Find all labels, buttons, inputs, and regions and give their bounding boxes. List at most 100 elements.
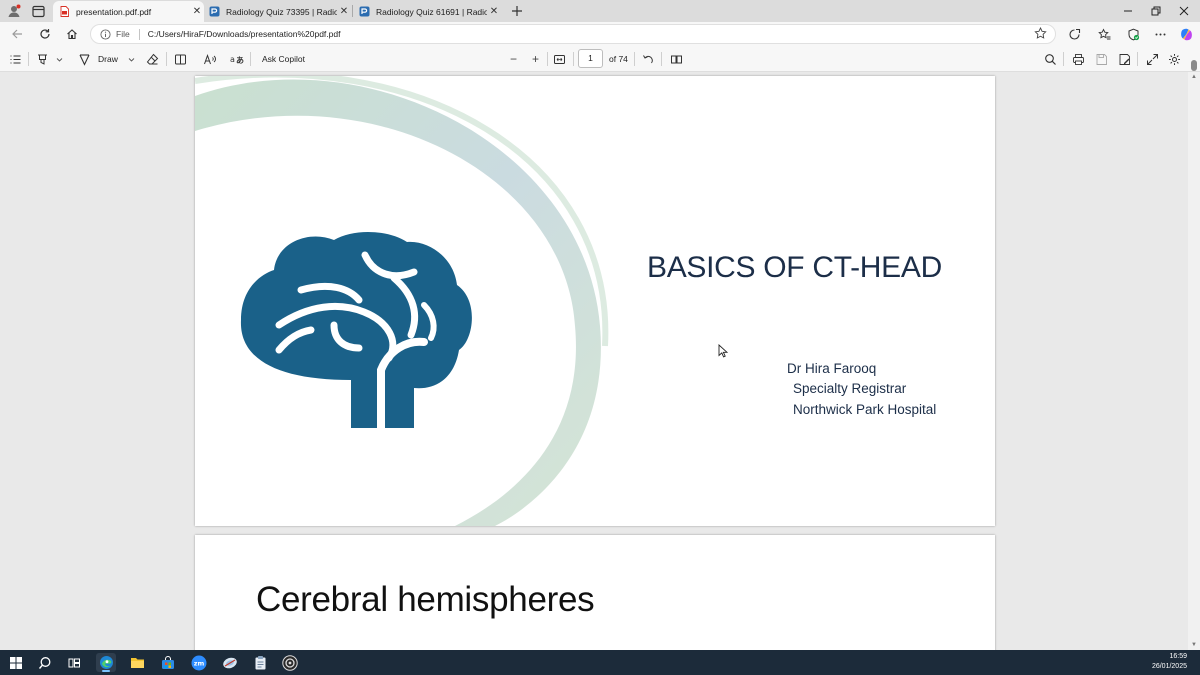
copilot-icon[interactable] (1178, 26, 1194, 42)
address-bar[interactable]: File C:/Users/HiraF/Downloads/presentati… (90, 24, 1056, 44)
pdf-toolbar: Draw aあ Ask Copilot − + 1 of 74 (0, 46, 1200, 72)
page-number-input[interactable]: 1 (578, 49, 603, 68)
url-text[interactable]: C:/Users/HiraF/Downloads/presentation%20… (148, 29, 1034, 39)
zoom-in-icon[interactable]: + (532, 51, 539, 67)
vertical-scrollbar[interactable]: ▲ ▼ (1188, 72, 1200, 650)
edge-icon[interactable] (96, 653, 116, 672)
site-label: File (116, 29, 130, 39)
contents-icon[interactable] (9, 51, 22, 67)
read-aloud-icon[interactable] (203, 51, 217, 67)
extensions-icon[interactable] (1066, 26, 1082, 42)
fullscreen-icon[interactable] (1146, 51, 1159, 67)
pdf-page-2: Cerebral hemispheres (195, 535, 995, 650)
clock-date: 26/01/2025 (1151, 663, 1187, 670)
toolbar-divider (634, 52, 635, 66)
save-icon[interactable] (1095, 51, 1108, 67)
eraser-icon[interactable] (146, 51, 159, 67)
mouse-cursor-icon (718, 344, 728, 358)
tab-title: Radiology Quiz 73395 | Radiopae (226, 6, 337, 17)
highlight-button[interactable] (36, 51, 63, 67)
home-icon[interactable] (64, 26, 80, 42)
tab-strip: presentation.pdf.pdf ✕ Radiology Quiz 73… (0, 0, 1200, 22)
two-page-icon[interactable] (670, 51, 683, 67)
tab-title: presentation.pdf.pdf (76, 6, 152, 17)
task-view-icon[interactable] (64, 653, 84, 672)
scroll-thumb[interactable] (1191, 60, 1197, 71)
highlight-icon (36, 53, 50, 66)
svg-text:a: a (230, 55, 235, 64)
obs-icon[interactable] (280, 653, 300, 672)
close-tab-icon[interactable]: ✕ (337, 6, 351, 17)
translate-icon[interactable]: aあ (230, 51, 244, 67)
browser-essentials-icon[interactable] (1125, 26, 1141, 42)
close-window-icon[interactable] (1172, 2, 1196, 20)
radiopaedia-icon (359, 6, 370, 17)
windows-start-icon[interactable] (6, 653, 26, 672)
draw-icon (78, 53, 91, 66)
search-icon[interactable] (35, 653, 55, 672)
pdf-page-1: BASICS OF CT-HEAD Dr Hira Farooq Special… (195, 76, 995, 526)
toolbar-divider (28, 52, 29, 66)
draw-label: Draw (98, 54, 118, 64)
refresh-icon[interactable] (37, 26, 53, 42)
address-divider (138, 28, 140, 40)
site-info-button[interactable]: File (91, 28, 130, 40)
star-icon[interactable] (1034, 27, 1048, 41)
clipboard-icon[interactable] (250, 653, 270, 672)
toolbar-divider (166, 52, 167, 66)
toolbar-divider (250, 52, 251, 66)
settings-icon[interactable] (1168, 51, 1181, 67)
draw-button[interactable]: Draw (78, 51, 135, 67)
toolbar-divider (573, 52, 574, 66)
toolbar-divider (1137, 52, 1138, 66)
restore-icon[interactable] (1144, 2, 1168, 20)
tab-radiology-quiz-61691[interactable]: Radiology Quiz 61691 | Radiopae ✕ (353, 1, 501, 22)
chevron-down-icon (128, 56, 135, 63)
scroll-up-icon[interactable]: ▲ (1188, 72, 1200, 82)
file-explorer-icon[interactable] (127, 653, 147, 672)
rotate-icon[interactable] (642, 51, 655, 67)
pdf-viewer[interactable]: BASICS OF CT-HEAD Dr Hira Farooq Special… (0, 72, 1188, 650)
ask-copilot-button[interactable]: Ask Copilot (262, 51, 305, 67)
zoom-icon[interactable]: zm (189, 653, 209, 672)
chevron-down-icon (56, 56, 63, 63)
tab-radiology-quiz-73395[interactable]: Radiology Quiz 73395 | Radiopae ✕ (203, 1, 351, 22)
store-icon[interactable] (158, 653, 178, 672)
tab-actions-icon[interactable] (30, 3, 46, 19)
slide-title: Cerebral hemispheres (256, 580, 595, 619)
taskbar: zm 16:59 26/01/2025 (0, 650, 1200, 675)
close-tab-icon[interactable]: ✕ (487, 6, 501, 17)
pdf-icon (59, 6, 70, 17)
back-icon[interactable] (9, 26, 25, 42)
new-tab-plus-icon[interactable] (509, 3, 525, 19)
close-tab-icon[interactable]: ✕ (190, 6, 204, 17)
svg-text:あ: あ (236, 56, 244, 65)
svg-text:zm: zm (194, 659, 205, 667)
radiopaedia-icon (209, 6, 220, 17)
scroll-down-icon[interactable]: ▼ (1188, 640, 1200, 650)
more-icon[interactable] (1152, 26, 1168, 42)
toolbar-divider (1063, 52, 1064, 66)
search-icon[interactable] (1044, 51, 1057, 67)
page-view-icon[interactable] (174, 51, 187, 67)
minimize-icon[interactable] (1116, 2, 1140, 20)
tab-title: Radiology Quiz 61691 | Radiopae (376, 6, 487, 17)
fit-page-icon[interactable] (553, 51, 566, 67)
page-total: of 74 (609, 54, 628, 64)
system-clock[interactable]: 16:59 26/01/2025 (1152, 652, 1187, 672)
author-role: Specialty Registrar (793, 381, 907, 396)
slide-title: BASICS OF CT-HEAD (647, 251, 942, 284)
favorites-icon[interactable] (1096, 26, 1112, 42)
address-bar-row: File C:/Users/HiraF/Downloads/presentati… (0, 22, 1200, 46)
snipping-tool-icon[interactable] (220, 653, 240, 672)
zoom-out-icon[interactable]: − (510, 51, 517, 67)
print-icon[interactable] (1072, 51, 1085, 67)
author-hospital: Northwick Park Hospital (793, 402, 937, 417)
brain-icon (240, 231, 472, 430)
toolbar-divider (661, 52, 662, 66)
tab-presentation[interactable]: presentation.pdf.pdf ✕ (53, 1, 204, 22)
profile-icon[interactable] (6, 3, 22, 19)
save-as-icon[interactable] (1118, 51, 1131, 67)
toolbar-divider (547, 52, 548, 66)
author-name: Dr Hira Farooq (787, 361, 877, 376)
